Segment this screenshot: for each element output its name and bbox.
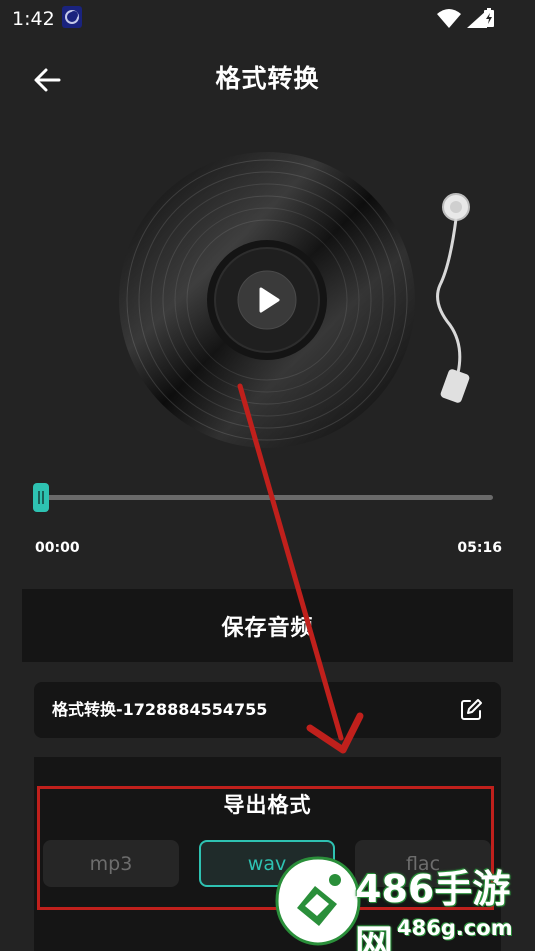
progress-thumb[interactable] [33, 483, 49, 512]
page-title: 格式转换 [215, 64, 320, 93]
filename-text: 格式转换-1728884554755 [52, 700, 268, 719]
watermark: 486手游网 486g.com [275, 856, 535, 951]
battery-icon [483, 8, 495, 28]
watermark-logo-icon [275, 856, 361, 946]
status-time: 1:42 [12, 8, 55, 30]
total-time: 05:16 [457, 540, 502, 556]
play-icon [237, 270, 297, 330]
edit-icon [461, 699, 482, 720]
format-option-mp3[interactable]: mp3 [43, 840, 179, 887]
wifi-icon [437, 9, 461, 28]
current-time: 00:00 [35, 540, 80, 556]
status-bar: 1:42 [0, 0, 535, 38]
edit-filename-button[interactable] [459, 698, 483, 722]
export-format-title: 导出格式 [223, 793, 312, 817]
filename-field[interactable]: 格式转换-1728884554755 [34, 682, 501, 738]
app-notification-icon [62, 6, 82, 28]
tonearm-image [428, 185, 483, 415]
progress-track[interactable] [38, 495, 493, 500]
save-audio-button[interactable]: 保存音频 [22, 589, 513, 662]
watermark-url: 486g.com [397, 916, 513, 940]
play-button[interactable] [237, 270, 297, 330]
